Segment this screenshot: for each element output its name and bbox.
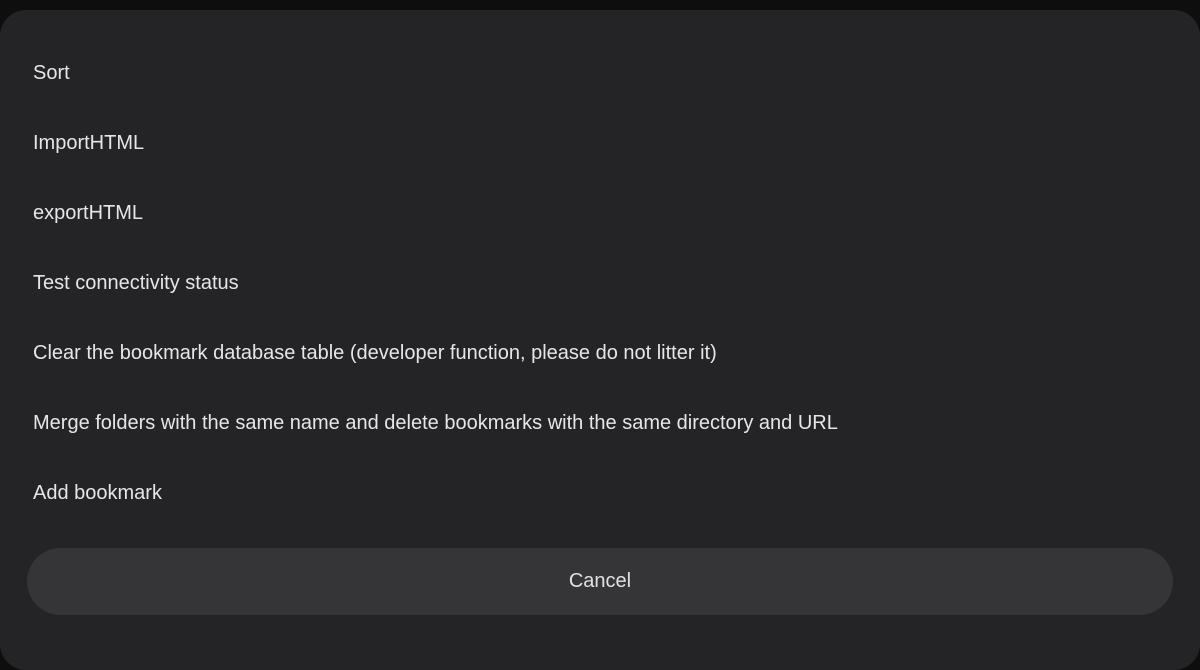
menu-item-label: exportHTML: [33, 202, 144, 224]
cancel-button[interactable]: Cancel: [27, 548, 1173, 615]
menu-item-clear-bookmark-table[interactable]: Clear the bookmark database table (devel…: [0, 318, 1200, 388]
menu-item-sort[interactable]: Sort: [0, 38, 1200, 108]
menu-item-merge-folders[interactable]: Merge folders with the same name and del…: [0, 388, 1200, 458]
menu-item-label: Merge folders with the same name and del…: [33, 412, 838, 434]
options-menu: Sort ImportHTML exportHTML Test connecti…: [0, 38, 1200, 528]
bottom-sheet-dialog: Sort ImportHTML exportHTML Test connecti…: [0, 10, 1200, 670]
menu-item-label: Sort: [33, 62, 70, 84]
menu-item-label: Add bookmark: [33, 482, 162, 504]
menu-item-label: Test connectivity status: [33, 272, 239, 294]
menu-item-add-bookmark[interactable]: Add bookmark: [0, 458, 1200, 528]
cancel-button-label: Cancel: [568, 570, 632, 592]
menu-item-import-html[interactable]: ImportHTML: [0, 108, 1200, 178]
menu-item-label: Clear the bookmark database table (devel…: [33, 342, 717, 364]
menu-item-test-connectivity[interactable]: Test connectivity status: [0, 248, 1200, 318]
menu-item-label: ImportHTML: [33, 132, 145, 154]
menu-item-export-html[interactable]: exportHTML: [0, 178, 1200, 248]
